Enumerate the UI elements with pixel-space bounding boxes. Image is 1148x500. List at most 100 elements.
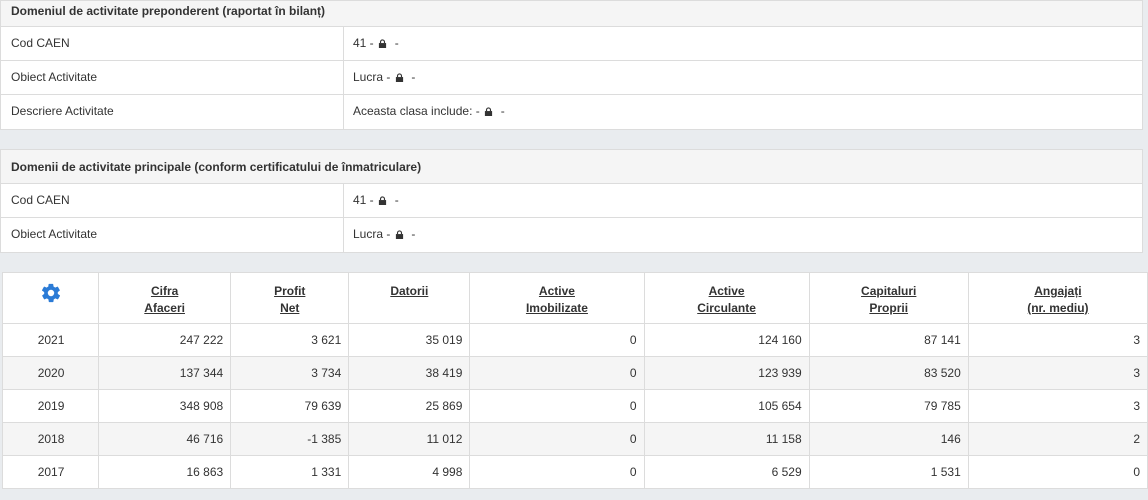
table-row: 2020 137 344 3 734 38 419 0 123 939 83 520 3 — [1, 356, 1148, 390]
header-line[interactable]: Angajați — [1034, 284, 1081, 298]
col-header-cifra-afaceri[interactable]: Cifra Afaceri — [98, 272, 232, 324]
header-line[interactable]: Imobilizate — [526, 301, 588, 315]
value-cell: 0 — [469, 422, 645, 456]
col-header-datorii[interactable]: Datorii — [348, 272, 471, 324]
preponderent-section: Domeniul de activitate preponderent (rap… — [0, 0, 1143, 130]
row-value: 41 - - — [344, 27, 1142, 60]
value-cell: 16 863 — [98, 455, 232, 489]
year-cell: 2021 — [1, 323, 100, 357]
value-cell: 83 520 — [808, 356, 969, 390]
value-cell: 124 160 — [643, 323, 810, 357]
row-label: Cod CAEN — [1, 184, 344, 217]
row-label: Obiect Activitate — [1, 61, 344, 94]
value-text: Aceasta clasa include: - — [353, 104, 480, 118]
header-line[interactable]: Proprii — [869, 301, 908, 315]
section-title: Domeniul de activitate preponderent (rap… — [1, 1, 1142, 27]
year-cell: 2020 — [1, 356, 100, 390]
value-cell: 3 734 — [230, 356, 350, 390]
value-cell: 87 141 — [808, 323, 969, 357]
section-title: Domenii de activitate principale (confor… — [1, 150, 1142, 184]
value-cell: 6 529 — [643, 455, 810, 489]
value-cell: 0 — [469, 389, 645, 423]
value-cell: -1 385 — [230, 422, 350, 456]
gear-icon[interactable] — [40, 282, 62, 304]
value-cell: 79 785 — [808, 389, 969, 423]
value-text: Lucra - — [353, 227, 391, 241]
year-cell: 2018 — [1, 422, 100, 456]
value-suffix: - — [500, 104, 505, 118]
header-line[interactable]: Afaceri — [144, 301, 185, 315]
value-cell: 46 716 — [98, 422, 232, 456]
lock-icon — [484, 107, 493, 116]
value-cell: 38 419 — [348, 356, 471, 390]
info-row: Cod CAEN 41 - - — [1, 184, 1142, 218]
table-row: 2018 46 716 -1 385 11 012 0 11 158 146 2 — [1, 422, 1148, 456]
value-cell: 3 — [967, 389, 1148, 423]
col-header-angajati[interactable]: Angajați (nr. mediu) — [967, 272, 1148, 324]
header-line[interactable]: (nr. mediu) — [1027, 301, 1088, 315]
value-cell: 0 — [469, 455, 645, 489]
financial-table-body: 2021 247 222 3 621 35 019 0 124 160 87 141 3 202… — [1, 323, 1148, 489]
info-row: Obiect Activitate Lucra - - — [1, 61, 1142, 95]
header-line[interactable]: Profit — [274, 284, 305, 298]
row-value: 41 - - — [344, 184, 1142, 217]
value-text: 41 - — [353, 193, 374, 207]
value-cell: 247 222 — [98, 323, 232, 357]
value-suffix: - — [394, 193, 399, 207]
lock-icon — [378, 196, 387, 205]
lock-icon — [395, 230, 403, 239]
settings-header[interactable] — [1, 272, 100, 324]
financial-table: Cifra Afaceri Profit Net Datorii Active Imo… — [1, 272, 1148, 489]
table-row: 2017 16 863 1 331 4 998 0 6 529 1 531 0 — [1, 455, 1148, 489]
header-line[interactable]: Circulante — [697, 301, 756, 315]
value-cell: 25 869 — [348, 389, 471, 423]
value-cell: 0 — [469, 323, 645, 357]
header-line[interactable]: Capitaluri — [861, 284, 916, 298]
header-line[interactable]: Datorii — [390, 284, 428, 298]
table-row: 2021 247 222 3 621 35 019 0 124 160 87 141 3 — [1, 323, 1148, 357]
value-cell: 0 — [967, 455, 1148, 489]
info-row: Cod CAEN 41 - - — [1, 27, 1142, 61]
col-header-active-imobilizate[interactable]: Active Imobilizate — [469, 272, 645, 324]
value-cell: 11 158 — [643, 422, 810, 456]
value-cell: 123 939 — [643, 356, 810, 390]
value-cell: 2 — [967, 422, 1148, 456]
header-line[interactable]: Active — [709, 284, 745, 298]
value-cell: 348 908 — [98, 389, 232, 423]
row-value: Lucra - - — [344, 218, 1142, 252]
row-label: Descriere Activitate — [1, 95, 344, 129]
table-header-row: Cifra Afaceri Profit Net Datorii Active Imo… — [1, 272, 1148, 324]
value-cell: 3 — [967, 356, 1148, 390]
lock-icon — [395, 73, 403, 82]
value-suffix: - — [394, 36, 399, 50]
lock-icon — [378, 39, 387, 48]
value-cell: 35 019 — [348, 323, 471, 357]
value-text: 41 - — [353, 36, 374, 50]
col-header-profit-net[interactable]: Profit Net — [230, 272, 350, 324]
value-cell: 11 012 — [348, 422, 471, 456]
row-value: Lucra - - — [344, 61, 1142, 94]
value-suffix: - — [411, 227, 416, 241]
header-line[interactable]: Cifra — [151, 284, 178, 298]
header-line[interactable]: Active — [539, 284, 575, 298]
value-cell: 4 998 — [348, 455, 471, 489]
value-cell: 3 — [967, 323, 1148, 357]
value-cell: 79 639 — [230, 389, 350, 423]
col-header-active-circulante[interactable]: Active Circulante — [643, 272, 810, 324]
year-cell: 2017 — [1, 455, 100, 489]
row-value: Aceasta clasa include: - - — [344, 95, 1142, 129]
header-line[interactable]: Net — [280, 301, 299, 315]
value-text: Lucra - — [353, 70, 391, 84]
table-row: 2019 348 908 79 639 25 869 0 105 654 79 785 3 — [1, 389, 1148, 423]
value-suffix: - — [411, 70, 416, 84]
value-cell: 3 621 — [230, 323, 350, 357]
value-cell: 105 654 — [643, 389, 810, 423]
value-cell: 1 331 — [230, 455, 350, 489]
col-header-capitaluri-proprii[interactable]: Capitaluri Proprii — [808, 272, 969, 324]
row-label: Cod CAEN — [1, 27, 344, 60]
year-cell: 2019 — [1, 389, 100, 423]
info-row: Obiect Activitate Lucra - - — [1, 218, 1142, 252]
info-row: Descriere Activitate Aceasta clasa inclu… — [1, 95, 1142, 129]
value-cell: 0 — [469, 356, 645, 390]
value-cell: 146 — [808, 422, 969, 456]
